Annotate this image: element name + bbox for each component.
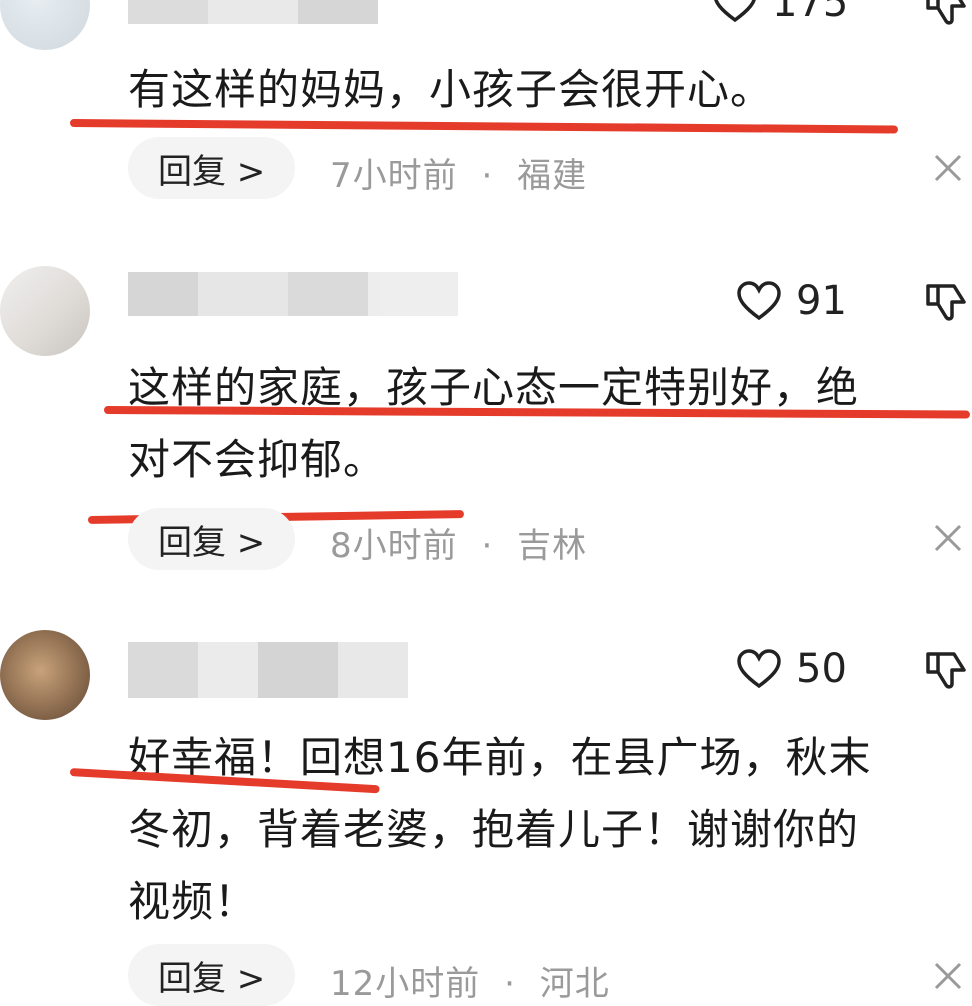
comment-text-line: 对不会抑郁。 <box>128 435 387 484</box>
meta-separator: · <box>481 526 494 566</box>
comment-text: 这样的家庭，孩子心态一定特别好，绝 对不会抑郁。 <box>128 352 958 496</box>
username-blurred[interactable] <box>128 642 408 698</box>
avatar[interactable] <box>0 630 90 720</box>
reply-button[interactable]: 回复 > <box>128 508 296 570</box>
like-count: 50 <box>796 646 847 692</box>
like-button[interactable]: 50 <box>736 646 847 692</box>
comment-text: 好幸福！回想16年前，在县广场，秋末 冬初，背着老婆，抱着儿子！谢谢你的 视频！ <box>128 722 958 938</box>
comment-time: 12小时前 <box>330 964 481 1004</box>
close-icon[interactable] <box>928 518 968 558</box>
reply-button[interactable]: 回复 > <box>128 137 296 199</box>
heart-icon <box>737 281 781 321</box>
comment-text-line: 冬初，背着老婆，抱着儿子！谢谢你的 <box>128 805 860 854</box>
thumbs-down-icon[interactable] <box>924 650 970 690</box>
like-button[interactable]: 91 <box>736 278 847 324</box>
comment-location: 吉林 <box>517 526 588 566</box>
thumbs-down-icon[interactable] <box>924 282 970 322</box>
comment-location: 河北 <box>539 964 610 1004</box>
like-button[interactable]: 175 <box>712 0 848 26</box>
comment-meta: 7小时前 · 福建 <box>330 148 587 197</box>
comment-meta: 8小时前 · 吉林 <box>330 518 587 567</box>
reply-label: 回复 > <box>158 151 266 192</box>
close-icon[interactable] <box>928 956 968 996</box>
comment-time: 8小时前 <box>330 526 458 566</box>
reply-button[interactable]: 回复 > <box>128 944 296 1006</box>
heart-icon <box>737 649 781 689</box>
reply-label: 回复 > <box>158 522 266 563</box>
reply-label: 回复 > <box>158 958 266 999</box>
meta-separator: · <box>504 964 516 1004</box>
comment-item: 91 这样的家庭，孩子心态一定特别好，绝 对不会抑郁。 回复 > 8小时前 · … <box>0 258 972 588</box>
username-blurred[interactable] <box>128 272 458 316</box>
comment-item: 175 有这样的妈妈，小孩子会很开心。 回复 > 7小时前 · 福建 <box>0 0 972 210</box>
comment-item: 50 好幸福！回想16年前，在县广场，秋末 冬初，背着老婆，抱着儿子！谢谢你的 … <box>0 622 972 1006</box>
comment-time: 7小时前 <box>330 156 458 196</box>
close-icon[interactable] <box>928 148 968 188</box>
comment-text: 有这样的妈妈，小孩子会很开心。 <box>128 54 958 126</box>
thumbs-down-icon[interactable] <box>924 0 970 26</box>
avatar[interactable] <box>0 266 90 356</box>
like-count: 175 <box>772 0 849 26</box>
comment-text-line: 有这样的妈妈，小孩子会很开心。 <box>128 65 774 114</box>
like-count: 91 <box>796 278 847 324</box>
comment-location: 福建 <box>517 156 588 196</box>
meta-separator: · <box>481 156 494 196</box>
avatar[interactable] <box>0 0 90 50</box>
username-blurred[interactable] <box>128 0 378 24</box>
comment-meta: 12小时前 · 河北 <box>330 956 610 1005</box>
heart-icon <box>714 0 756 23</box>
comment-text-line: 视频！ <box>128 877 258 926</box>
